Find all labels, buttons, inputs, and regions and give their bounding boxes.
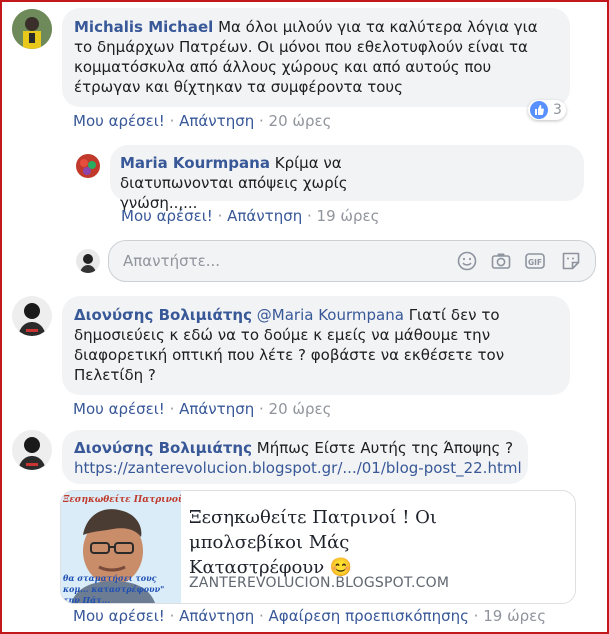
- reply-placeholder: Απαντήστε...: [123, 252, 221, 270]
- avatar[interactable]: [12, 9, 52, 49]
- avatar[interactable]: [12, 430, 52, 470]
- like-icon: [530, 101, 548, 119]
- link-preview-domain: ZANTEREVOLUCION.BLOGSPOT.COM: [189, 575, 450, 591]
- comment-time[interactable]: 19 ώρες: [483, 607, 546, 625]
- reply-link[interactable]: Απάντηση: [179, 112, 254, 130]
- comment-author[interactable]: Διονύσης Βολιμιάτης: [74, 439, 252, 457]
- comment-actions: Μου αρέσει! · Απάντηση · 20 ώρες: [73, 112, 332, 130]
- comment-actions: Μου αρέσει! · Απάντηση · 20 ώρες: [73, 400, 332, 418]
- thumbnail-caption-bottom: θα σταματήσει τους κομ... καταστρέφουν" …: [63, 573, 165, 603]
- comment-text: Μήπως Είστε Αυτής της Άποψης ?: [256, 439, 514, 457]
- comment-bubble: Michalis Michael Μα όλοι μιλούν για τα κ…: [62, 8, 570, 107]
- emoji-icon[interactable]: [456, 250, 478, 272]
- link-preview-card[interactable]: Ξεσηκωθείτε Πατρινοί ! θα σταματήσει του…: [60, 490, 576, 604]
- avatar[interactable]: [76, 154, 100, 178]
- comment-bubble: Maria Kourmpana Κρίμα να διατυπωνονται α…: [110, 145, 584, 212]
- mention-link[interactable]: @Maria Kourmpana: [257, 306, 404, 324]
- like-link[interactable]: Μου αρέσει!: [73, 607, 165, 625]
- like-link[interactable]: Μου αρέσει!: [121, 207, 213, 225]
- comment-actions: Μου αρέσει! · Απάντηση · 19 ώρες: [121, 207, 380, 225]
- sticker-icon[interactable]: [560, 250, 582, 272]
- comment-author[interactable]: Michalis Michael: [74, 18, 213, 36]
- comment-author[interactable]: Διονύσης Βολιμιάτης: [74, 306, 252, 324]
- remove-preview-link[interactable]: Αφαίρεση προεπισκόπησης: [269, 607, 469, 625]
- comment-time[interactable]: 19 ώρες: [317, 207, 380, 225]
- comment-bubble: Διονύσης Βολιμιάτης @Maria Kourmpana Για…: [62, 296, 570, 395]
- camera-icon[interactable]: [490, 250, 512, 272]
- like-link[interactable]: Μου αρέσει!: [73, 400, 165, 418]
- reply-input[interactable]: Απαντήστε... GIF: [108, 240, 596, 282]
- comment-time[interactable]: 20 ώρες: [269, 400, 332, 418]
- reply-link[interactable]: Απάντηση: [179, 607, 254, 625]
- reaction-count: 3: [553, 102, 562, 118]
- like-link[interactable]: Μου αρέσει!: [73, 112, 165, 130]
- reaction-summary[interactable]: 3: [528, 100, 566, 120]
- link-preview-thumbnail: Ξεσηκωθείτε Πατρινοί ! θα σταματήσει του…: [61, 491, 181, 603]
- svg-text:GIF: GIF: [528, 258, 542, 267]
- comment-author[interactable]: Maria Kourmpana: [120, 154, 270, 172]
- avatar[interactable]: [12, 296, 52, 336]
- comment-time[interactable]: 20 ώρες: [269, 112, 332, 130]
- comment-actions: Μου αρέσει! · Απάντηση · Αφαίρεση προεπι…: [73, 607, 547, 625]
- comment-bubble: Διονύσης Βολιμιάτης Μήπως Είστε Αυτής τη…: [62, 430, 528, 484]
- comment-url[interactable]: https://zanterevolucion.blogspot.gr/.../…: [74, 459, 522, 477]
- gif-icon[interactable]: GIF: [524, 250, 546, 272]
- reply-link[interactable]: Απάντηση: [179, 400, 254, 418]
- current-user-avatar: [76, 249, 100, 273]
- reply-link[interactable]: Απάντηση: [227, 207, 302, 225]
- link-preview-title: Ξεσηκωθείτε Πατρινοί ! Οι μπολσεβίκοι Μά…: [189, 507, 437, 578]
